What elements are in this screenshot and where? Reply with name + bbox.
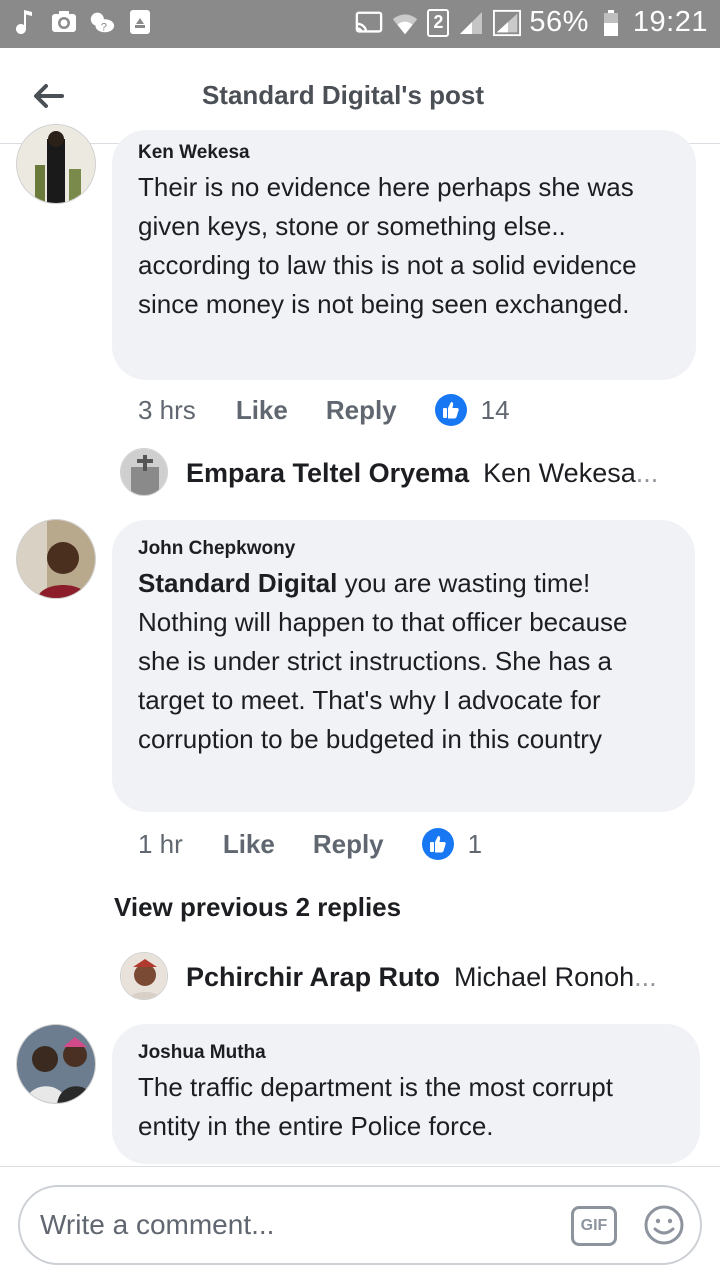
like-button[interactable]: Like xyxy=(223,829,275,860)
comment-time[interactable]: 3 hrs xyxy=(138,395,196,426)
reply-ellipsis: ... xyxy=(634,962,657,992)
comment-actions: 1 hr Like Reply 1 xyxy=(138,828,482,860)
composer-divider xyxy=(0,1166,720,1167)
reply-button[interactable]: Reply xyxy=(313,829,384,860)
reply-author[interactable]: Empara Teltel Oryema xyxy=(186,458,469,489)
weather-icon: ? xyxy=(88,8,116,36)
emoji-icon[interactable] xyxy=(642,1203,686,1247)
status-bar: ? 2 56% 19:21 xyxy=(0,0,720,48)
music-note-icon xyxy=(12,8,40,36)
comment-bubble[interactable]: John Chepkwony Standard Digital you are … xyxy=(112,520,695,812)
reaction-count[interactable]: 14 xyxy=(481,395,510,426)
avatar[interactable] xyxy=(120,448,168,496)
svg-text:?: ? xyxy=(101,21,107,33)
comment-composer: GIF xyxy=(18,1185,702,1265)
reply-ellipsis: ... xyxy=(635,458,659,488)
comment-text: The traffic department is the most corru… xyxy=(138,1072,613,1141)
cast-icon xyxy=(355,9,383,37)
sim2-signal-icon: 2 xyxy=(427,8,450,37)
page-title: Standard Digital's post xyxy=(201,80,485,110)
comment-author[interactable]: John Chepkwony xyxy=(138,538,669,560)
reply-preview[interactable]: Pchirchir Arap Ruto Michael Ronoh... xyxy=(186,962,657,993)
reply-preview[interactable]: Empara Teltel Oryema Ken Wekesa... xyxy=(186,458,658,489)
reply-text: Ken Wekesa xyxy=(483,458,636,488)
gif-button[interactable]: GIF xyxy=(571,1206,617,1246)
comment-author[interactable]: Ken Wekesa xyxy=(138,142,670,164)
battery-percent: 56% xyxy=(529,6,589,38)
thumbs-up-icon[interactable] xyxy=(421,828,454,860)
avatar[interactable] xyxy=(16,1024,96,1104)
reply-text: Michael Ronoh xyxy=(454,962,635,992)
recycle-icon xyxy=(126,8,154,36)
thumbs-up-icon[interactable] xyxy=(434,394,467,426)
comment-bubble[interactable]: Ken Wekesa Their is no evidence here per… xyxy=(112,130,696,380)
comment-text: Standard Digital you are wasting time! N… xyxy=(138,568,628,754)
reaction-count[interactable]: 1 xyxy=(468,829,482,860)
comment-bubble[interactable]: Joshua Mutha The traffic department is t… xyxy=(112,1024,700,1164)
comment-author[interactable]: Joshua Mutha xyxy=(138,1042,674,1064)
comment-text: Their is no evidence here perhaps she wa… xyxy=(138,172,637,319)
wifi-icon xyxy=(391,9,419,37)
comment-input[interactable] xyxy=(40,1201,560,1249)
like-button[interactable]: Like xyxy=(236,395,288,426)
reply-button[interactable]: Reply xyxy=(326,395,397,426)
comment-actions: 3 hrs Like Reply 14 xyxy=(138,394,510,426)
reply-author[interactable]: Pchirchir Arap Ruto xyxy=(186,962,440,993)
avatar[interactable] xyxy=(16,124,96,204)
comment-mention[interactable]: Standard Digital xyxy=(138,568,337,598)
view-previous-replies-link[interactable]: View previous 2 replies xyxy=(114,892,401,923)
signal-icon-2 xyxy=(493,9,522,37)
battery-icon xyxy=(597,9,625,37)
avatar[interactable] xyxy=(120,952,168,1000)
signal-icon xyxy=(457,9,485,37)
camera-icon xyxy=(50,8,78,36)
clock: 19:21 xyxy=(632,6,708,38)
avatar[interactable] xyxy=(16,519,96,599)
comment-time[interactable]: 1 hr xyxy=(138,829,183,860)
